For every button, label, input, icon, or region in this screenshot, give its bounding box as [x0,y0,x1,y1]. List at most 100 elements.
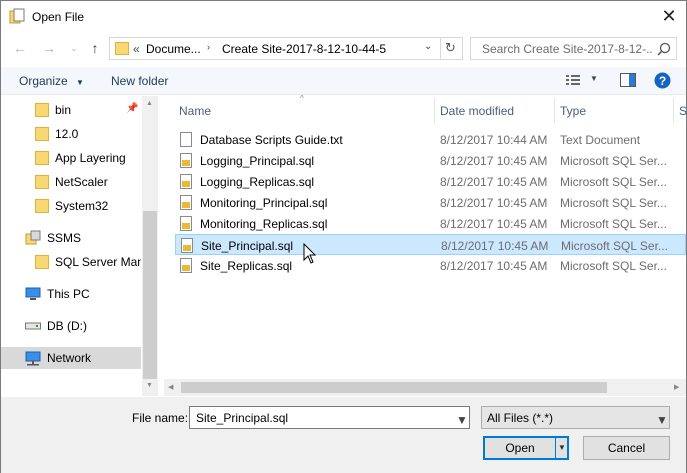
window-title: Open File [32,10,85,24]
file-row[interactable]: Monitoring_Replicas.sql 8/12/2017 10:45 … [175,213,686,234]
open-file-dialog: Open File ✕ ← → ⌄ ↑ « Docume... › Create… [0,0,687,473]
file-row[interactable]: Monitoring_Principal.sql 8/12/2017 10:45… [175,192,686,213]
file-row-selected[interactable]: Site_Principal.sql 8/12/2017 10:45 AM Mi… [175,234,686,255]
file-type-filter-value: All Files (*.*) [487,411,554,425]
file-row[interactable]: Logging_Principal.sql 8/12/2017 10:45 AM… [175,150,686,171]
nav-item-bin[interactable]: bin 📌 [1,99,141,121]
nav-item-app-layering[interactable]: App Layering [1,147,141,169]
file-type-filter-select[interactable]: All Files (*.*) ▼ [481,406,670,429]
new-folder-button[interactable]: New folder [111,74,168,88]
view-options-button[interactable]: ▼ [590,74,598,83]
scroll-left-icon[interactable]: ◀ [168,383,173,391]
nav-item-db-drive[interactable]: DB (D:) [1,315,141,337]
nav-item-label: NetScaler [55,175,108,189]
help-button[interactable]: ? [654,72,671,92]
nav-item-ssms[interactable]: SSMS [1,227,141,249]
nav-item-12-0[interactable]: 12.0 [1,123,141,145]
column-header-date[interactable]: Date modified [440,104,514,118]
file-date: 8/12/2017 10:45 AM [440,154,548,168]
file-type: Microsoft SQL Ser... [560,196,667,210]
title-bar: Open File ✕ [1,1,686,32]
scroll-right-icon[interactable]: ▶ [674,383,679,391]
scroll-down-icon[interactable]: ▼ [146,382,153,389]
column-divider[interactable] [673,98,674,123]
breadcrumb-overflow[interactable]: « [133,42,140,56]
column-divider[interactable] [434,98,435,123]
change-view-button[interactable] [565,73,581,90]
sql-file-icon [180,195,192,210]
chevron-down-icon: ⌄ [424,41,433,52]
column-header-size[interactable]: S [679,104,687,118]
file-row[interactable]: Logging_Replicas.sql 8/12/2017 10:45 AM … [175,171,686,192]
open-button-label: Open [505,441,535,455]
file-list-header: ^ Name Date modified Type S [164,94,687,123]
folder-icon [35,151,49,165]
address-dropdown-button[interactable]: ⌄ [424,41,432,52]
sql-file-icon [180,174,192,189]
folder-icon [35,199,49,213]
chevron-down-icon: ▼ [76,78,84,87]
preview-pane-button[interactable] [620,73,636,90]
cancel-button-label: Cancel [607,441,646,455]
preview-pane-icon [620,73,636,87]
breadcrumb-current-folder[interactable]: Create Site-2017-8-12-10-44-5 [222,42,386,56]
nav-item-system32[interactable]: System32 [1,195,141,217]
chevron-down-icon: ▼ [656,413,668,427]
sql-file-icon [180,216,192,231]
open-options-button[interactable]: ▼ [558,438,566,458]
scroll-up-icon[interactable]: ▲ [146,100,153,107]
pin-icon[interactable]: 📌 [126,103,138,114]
file-type: Microsoft SQL Ser... [560,259,667,273]
file-type: Text Document [560,133,641,147]
nav-item-netscaler[interactable]: NetScaler [1,171,141,193]
chevron-down-icon[interactable]: ▼ [456,413,468,427]
file-name-input[interactable]: Site_Principal.sql ▼ [189,406,470,429]
breadcrumb-documents[interactable]: Docume... [146,42,201,56]
nav-item-label: App Layering [55,151,126,165]
file-date: 8/12/2017 10:45 AM [440,259,548,273]
cancel-button[interactable]: Cancel [583,436,670,460]
folder-icon [35,127,49,141]
column-divider[interactable] [554,98,555,123]
nav-item-label: SQL Server Mana [55,255,141,269]
folder-icon [35,255,49,269]
search-input[interactable]: Search Create Site-2017-8-12-... [470,37,677,60]
column-header-name[interactable]: Name [179,104,211,118]
file-date: 8/12/2017 10:45 AM [440,175,548,189]
refresh-icon: ↻ [445,40,456,55]
search-placeholder: Search Create Site-2017-8-12-... [482,42,652,56]
file-name: Site_Replicas.sql [200,259,293,273]
recent-locations-button[interactable]: ⌄ [65,39,83,57]
file-name: Site_Principal.sql [201,239,294,253]
back-button[interactable]: ← [11,39,29,57]
text-file-icon [180,132,192,147]
refresh-button[interactable]: ↻ [445,40,456,56]
navigation-pane: bin 📌 12.0 App Layering NetScaler System… [1,96,158,396]
forward-button[interactable]: → [40,39,58,57]
drive-icon [25,322,41,330]
nav-item-this-pc[interactable]: This PC [1,283,141,305]
arrow-up-icon: ↑ [91,40,99,56]
search-icon [657,42,671,56]
nav-scrollbar-thumb[interactable] [143,211,157,379]
folder-icon [115,42,129,55]
nav-item-sql-server-management[interactable]: SQL Server Mana [1,251,141,273]
file-row[interactable]: Database Scripts Guide.txt 8/12/2017 10:… [175,129,686,150]
file-type: Microsoft SQL Ser... [560,154,667,168]
open-button[interactable]: Open ▼ [483,436,569,460]
folder-icon [35,175,49,189]
network-icon [25,351,41,366]
address-bar[interactable]: « Docume... › Create Site-2017-8-12-10-4… [109,37,463,60]
close-icon: ✕ [661,6,677,26]
nav-item-network[interactable]: Network [1,347,141,369]
sort-ascending-icon: ^ [300,94,304,103]
file-name: Monitoring_Principal.sql [200,196,328,210]
close-button[interactable]: ✕ [658,5,680,27]
organize-button[interactable]: Organize ▼ [19,74,84,88]
divider [440,38,441,59]
file-row[interactable]: Site_Replicas.sql 8/12/2017 10:45 AM Mic… [175,255,686,276]
column-header-type[interactable]: Type [560,104,586,118]
hscrollbar-thumb[interactable] [181,382,607,393]
nav-item-label: System32 [55,199,109,213]
up-button[interactable]: ↑ [86,39,104,57]
